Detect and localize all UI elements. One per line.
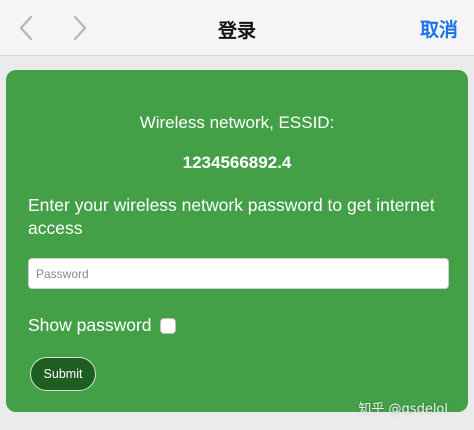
top-navbar: 登录 取消 — [0, 0, 474, 56]
page-title: 登录 — [217, 20, 256, 42]
essid-value: 1234566892.4 — [182, 153, 292, 172]
cancel-button[interactable]: 取消 — [420, 15, 458, 42]
password-input[interactable] — [28, 258, 449, 289]
watermark: 知乎 @qsdelol — [358, 402, 448, 417]
submit-button[interactable]: Submit — [30, 357, 96, 391]
show-password-label: Show password — [28, 315, 152, 335]
instructions-text: Enter your wireless network password to … — [28, 195, 435, 238]
essid-label: Wireless network, ESSID: — [139, 113, 335, 132]
login-card: Wireless network, ESSID: 1234566892.4 En… — [6, 70, 468, 412]
show-password-row: Show password — [28, 315, 176, 336]
show-password-checkbox[interactable] — [159, 317, 176, 334]
